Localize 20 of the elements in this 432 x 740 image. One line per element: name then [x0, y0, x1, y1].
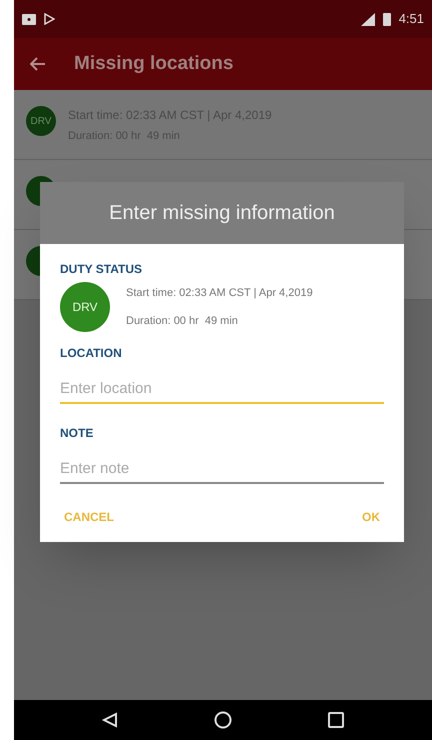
video-icon: [22, 14, 36, 24]
duration-text: Duration: 00 hr 49 min: [126, 314, 239, 329]
duty-avatar: DRV: [26, 106, 56, 136]
play-store-icon: [44, 13, 55, 25]
dialog-title: Enter missing information: [109, 201, 335, 226]
ok-button[interactable]: OK: [362, 508, 380, 526]
field-label: NOTE: [60, 425, 94, 442]
status-time: 4:51: [398, 10, 424, 28]
cancel-button[interactable]: CANCEL: [64, 508, 114, 526]
duty-avatar: DRV: [60, 282, 110, 332]
recents-icon[interactable]: [328, 712, 344, 728]
back-arrow-icon[interactable]: [30, 57, 46, 71]
signal-icon: [360, 12, 375, 26]
app-bar-title: Missing locations: [74, 52, 234, 76]
battery-icon: [382, 12, 391, 26]
back-icon[interactable]: [102, 712, 118, 728]
home-icon[interactable]: [214, 711, 232, 729]
start-time-text: Start time: 02:33 AM CST | Apr 4,2019: [126, 286, 313, 300]
field-label: LOCATION: [60, 345, 123, 362]
section-label: DUTY STATUS: [60, 261, 144, 278]
